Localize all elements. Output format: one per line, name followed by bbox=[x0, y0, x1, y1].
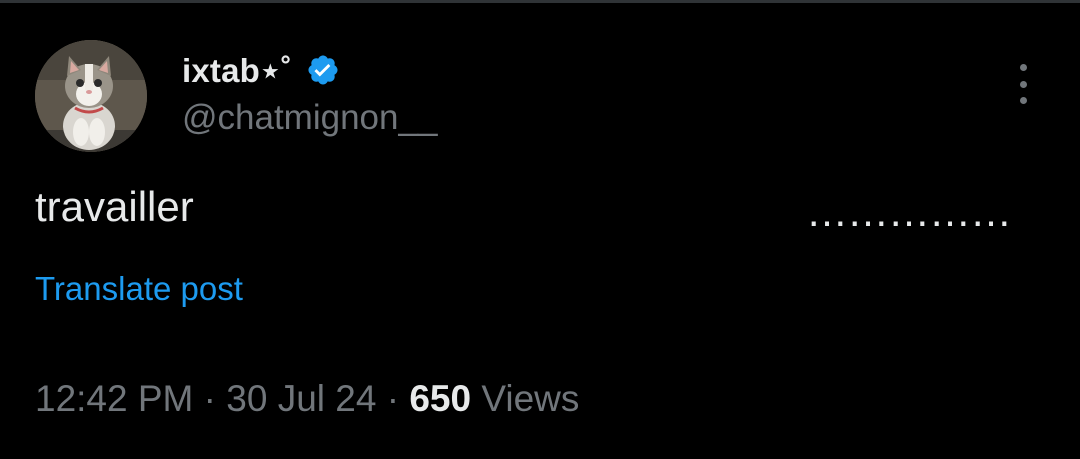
top-divider bbox=[0, 0, 1080, 3]
meta-separator: · bbox=[376, 378, 410, 419]
views-count[interactable]: 650 bbox=[409, 378, 471, 420]
post-date[interactable]: 30 Jul 24 bbox=[226, 378, 376, 420]
verified-badge-icon bbox=[306, 53, 340, 87]
more-dot bbox=[1019, 97, 1027, 104]
author-name-row[interactable]: ixtab⋆˚ bbox=[182, 48, 340, 92]
post-trailing-dots: …………… bbox=[806, 188, 1012, 235]
meta-separator: · bbox=[193, 378, 227, 419]
post-time[interactable]: 12:42 PM bbox=[35, 378, 193, 420]
views-space bbox=[471, 378, 481, 420]
post-meta: 12:42 PM · 30 Jul 24 · 650 Views bbox=[35, 378, 579, 420]
more-dot bbox=[1019, 64, 1027, 71]
post-text: travailler bbox=[35, 183, 194, 230]
cat-avatar-image bbox=[35, 40, 147, 152]
more-vertical-icon[interactable] bbox=[1010, 64, 1036, 104]
more-dot bbox=[1019, 80, 1027, 88]
views-label[interactable]: Views bbox=[481, 378, 579, 420]
translate-post-link[interactable]: Translate post bbox=[35, 270, 243, 308]
author-avatar[interactable] bbox=[35, 40, 147, 152]
author-handle[interactable]: @chatmignon__ bbox=[182, 98, 437, 138]
author-display-name[interactable]: ixtab⋆˚ bbox=[182, 51, 292, 90]
